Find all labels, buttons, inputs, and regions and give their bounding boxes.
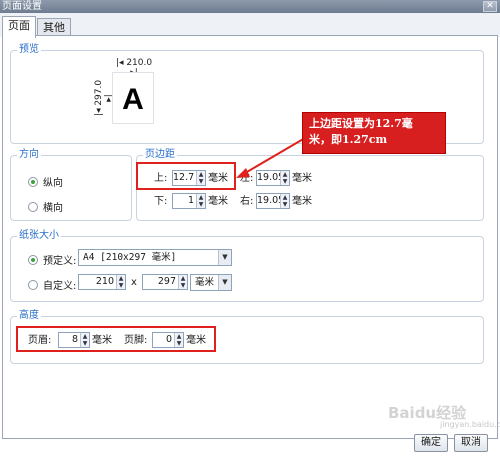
ok-button[interactable]: 确定	[414, 434, 448, 452]
height-legend: 高度	[17, 309, 41, 323]
annotation-callout: 上边距设置为12.7毫 米，即1.27cm	[302, 112, 446, 154]
custom-width-value[interactable]: 210	[79, 275, 116, 289]
paper-size-select[interactable]: A4 [210x297 毫米] ▼	[78, 249, 232, 266]
cancel-button[interactable]: 取消	[454, 434, 488, 452]
paper-predefined-option[interactable]: 预定义:	[28, 252, 76, 267]
custom-unit-value: 毫米	[195, 277, 215, 288]
custom-height-arrows[interactable]: ▲ ▼	[178, 275, 187, 289]
paper-custom-option[interactable]: 自定义:	[28, 277, 76, 292]
chevron-down-icon[interactable]: ▼	[218, 275, 231, 290]
annotation-line-1: 上边距设置为12.7毫	[309, 117, 413, 130]
predefined-radio[interactable]	[28, 254, 38, 265]
custom-label: 自定义:	[43, 281, 77, 292]
callout-arrow-icon	[236, 137, 306, 178]
paper-size-value: A4 [210x297 毫米]	[83, 252, 177, 263]
custom-width-stepper[interactable]: 210 ▲ ▼	[78, 274, 126, 290]
chevron-down-icon[interactable]: ▼	[218, 250, 231, 265]
tab-page[interactable]: 页面	[2, 16, 36, 38]
paper-size-legend: 纸张大小	[17, 229, 61, 243]
paper-size-group: 纸张大小	[10, 229, 484, 302]
predefined-label: 预定义:	[43, 256, 77, 267]
watermark-sub: jingyan.baidu.com	[440, 420, 500, 429]
height-highlight	[16, 326, 216, 352]
custom-times-sign: x	[131, 277, 137, 288]
custom-radio[interactable]	[28, 279, 38, 290]
custom-unit-select[interactable]: 毫米 ▼	[190, 274, 232, 291]
custom-height-stepper[interactable]: 297 ▲ ▼	[142, 274, 188, 290]
custom-height-value[interactable]: 297	[143, 275, 178, 289]
annotation-line-2: 米，即1.27cm	[309, 133, 388, 146]
custom-width-arrows[interactable]: ▲ ▼	[116, 275, 125, 289]
